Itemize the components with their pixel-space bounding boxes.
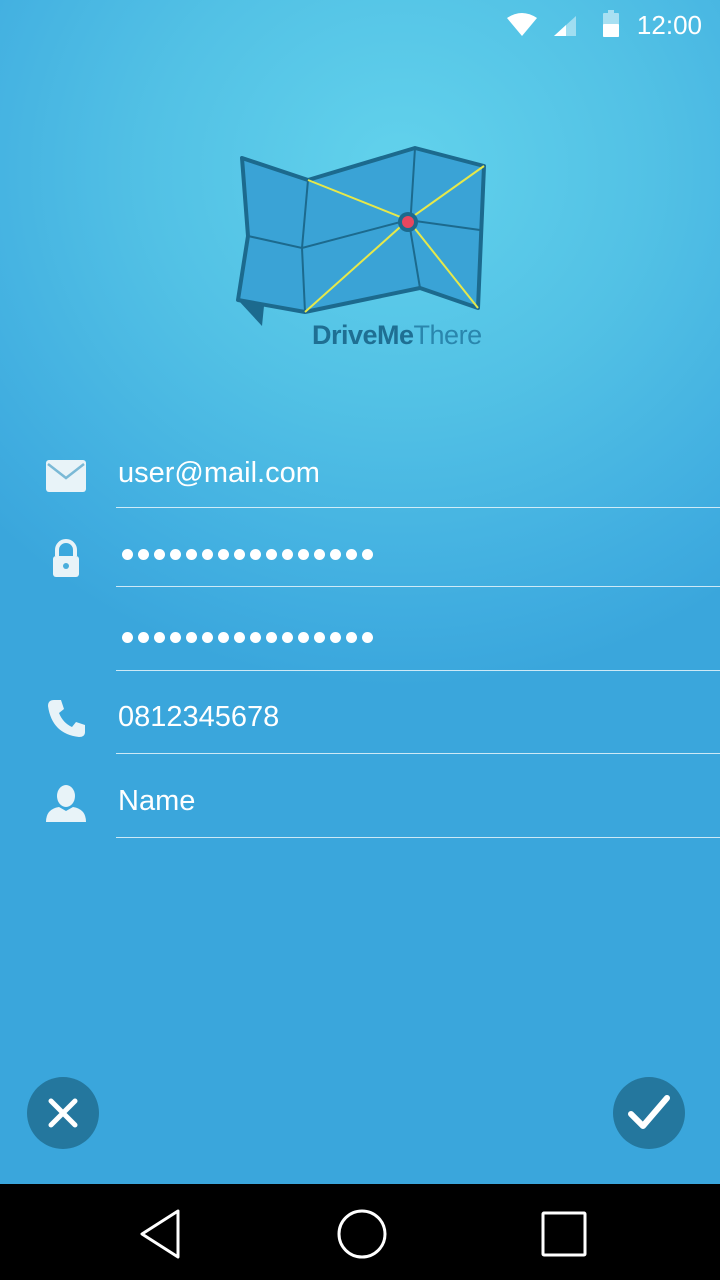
mask-dot (202, 632, 213, 643)
password-mask (122, 549, 373, 560)
confirm-button[interactable] (613, 1077, 685, 1149)
signal-icon (554, 16, 576, 36)
status-time: 12:00 (636, 10, 702, 40)
email-field[interactable]: user@mail.com (118, 453, 720, 513)
mask-dot (346, 549, 357, 560)
mask-dot (234, 549, 245, 560)
mask-dot (282, 549, 293, 560)
mask-dot (122, 632, 133, 643)
mask-dot (122, 549, 133, 560)
navigation-bar (0, 1184, 720, 1280)
mail-icon (46, 460, 86, 492)
battery-icon (603, 10, 619, 37)
mask-dot (330, 632, 341, 643)
confirm-password-row (0, 618, 720, 698)
mask-dot (346, 632, 357, 643)
mask-dot (362, 632, 373, 643)
mask-dot (202, 549, 213, 560)
name-row: Name (0, 778, 720, 858)
password-field[interactable] (118, 541, 720, 601)
mask-dot (154, 549, 165, 560)
mask-dot (138, 549, 149, 560)
mask-dot (170, 549, 181, 560)
cancel-button[interactable] (27, 1077, 99, 1149)
phone-row: 0812345678 (0, 694, 720, 774)
mask-dot (234, 632, 245, 643)
mask-dot (362, 549, 373, 560)
home-icon[interactable] (334, 1206, 390, 1262)
mask-dot (186, 549, 197, 560)
name-field[interactable]: Name (118, 781, 720, 841)
mask-dot (250, 632, 261, 643)
phone-field[interactable]: 0812345678 (118, 697, 720, 757)
phone-underline (116, 753, 720, 754)
mask-dot (138, 632, 149, 643)
mask-dot (218, 632, 229, 643)
mask-dot (314, 632, 325, 643)
confirm-password-mask (122, 632, 373, 643)
password-row (0, 535, 720, 615)
mask-dot (298, 549, 309, 560)
brand-bold: DriveMe (312, 320, 414, 350)
recents-icon[interactable] (536, 1206, 592, 1262)
mask-dot (314, 549, 325, 560)
name-placeholder: Name (118, 785, 196, 817)
email-underline (116, 507, 720, 508)
name-underline (116, 837, 720, 838)
status-bar: 12:00 (0, 0, 720, 50)
lock-icon (53, 539, 79, 577)
mask-dot (330, 549, 341, 560)
confirm-password-field[interactable] (118, 624, 720, 684)
mask-dot (250, 549, 261, 560)
close-icon (48, 1098, 78, 1128)
mask-dot (170, 632, 181, 643)
check-icon (628, 1095, 670, 1129)
mask-dot (266, 549, 277, 560)
mask-dot (154, 632, 165, 643)
person-icon (46, 785, 86, 822)
mask-dot (282, 632, 293, 643)
wifi-icon (507, 13, 537, 36)
confirm-password-underline (116, 670, 720, 671)
brand-light: There (413, 320, 483, 350)
email-value: user@mail.com (118, 457, 320, 489)
back-icon[interactable] (132, 1206, 188, 1262)
email-row: user@mail.com (0, 450, 720, 530)
app-wordmark: DriveMeThere (312, 320, 482, 351)
mask-dot (298, 632, 309, 643)
app-logo (236, 146, 486, 326)
password-underline (116, 586, 720, 587)
phone-icon (48, 700, 85, 737)
mask-dot (218, 549, 229, 560)
mask-dot (266, 632, 277, 643)
mask-dot (186, 632, 197, 643)
phone-value: 0812345678 (118, 701, 280, 733)
